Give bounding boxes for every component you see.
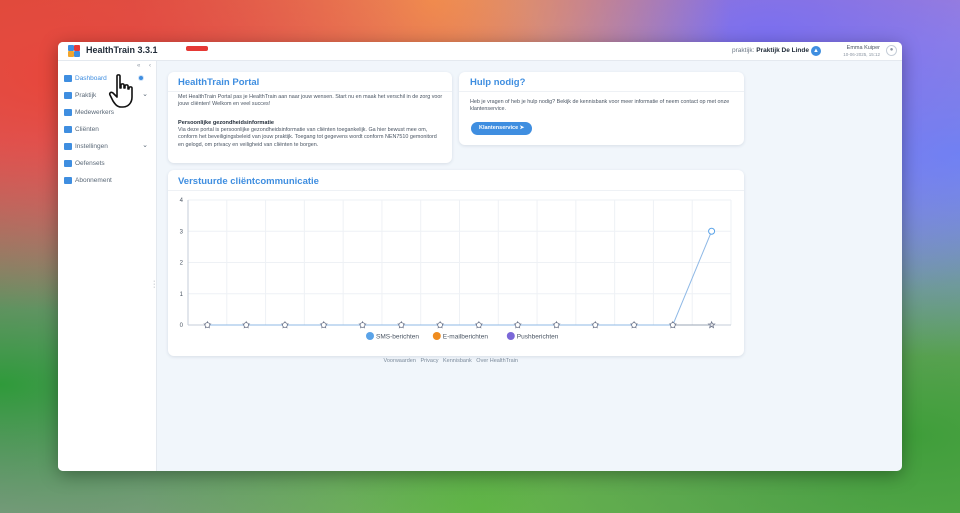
communication-line-chart: 0 1 2 3 4 SMS-berichten E-mailberichten Pushber…: [180, 198, 732, 341]
portal-body-text: Via deze portal is persoonlijke gezondhe…: [178, 127, 437, 148]
legend-label-1: SMS-berichten: [376, 334, 419, 341]
y-tick-label: 3: [180, 229, 184, 235]
series-point-1: [359, 322, 366, 328]
staff-icon: [64, 109, 72, 116]
dashboard-icon: [64, 75, 72, 82]
help-body-text: Heb je vragen of heb je hulp nodig? Beki…: [470, 99, 730, 113]
y-tick-label: 4: [180, 198, 184, 204]
sidebar-item-instellingen[interactable]: Instellingen ⌄: [64, 140, 152, 153]
legend-marker-2: [432, 332, 441, 340]
footer-link-voorwaarden[interactable]: Voorwaarden: [384, 358, 416, 364]
portal-card: HealthTrain Portal Met HealthTrain Porta…: [168, 72, 452, 163]
divider: [168, 91, 452, 92]
healthtrain-logo-icon[interactable]: [68, 45, 80, 57]
user-name: Emma Kuiper: [846, 45, 880, 51]
series-point-1: [708, 227, 716, 235]
series-point-1: [670, 322, 676, 328]
series-point-1: [437, 322, 443, 328]
resize-handle-icon[interactable]: · · ·: [153, 278, 155, 291]
help-card: Hulp nodig? Heb je vragen of heb je hulp…: [459, 72, 744, 145]
sidebar-item-label: Instellingen: [75, 143, 108, 150]
portal-card-title: HealthTrain Portal: [178, 77, 260, 88]
help-card-title: Hulp nodig?: [470, 77, 526, 88]
hand-pointer-cursor-icon: [108, 74, 133, 108]
arrow-right-icon: ➤: [519, 125, 525, 131]
app-title: HealthTrain 3.3.1: [86, 45, 158, 55]
sidebar-item-label: Abonnement: [75, 177, 112, 184]
practice-selector[interactable]: praktijk: Praktijk De Linde: [732, 47, 809, 54]
sidebar-item-label: Cliënten: [75, 126, 99, 133]
chevron-down-icon: ⌄: [142, 91, 148, 98]
chevron-down-icon: ⌄: [142, 142, 148, 149]
collapse-right-icon[interactable]: ‹: [149, 63, 151, 69]
series-point-1: [320, 322, 327, 328]
footer-link-privacy[interactable]: Privacy: [420, 358, 438, 364]
customer-service-label: Klantenservice: [479, 125, 519, 131]
sidebar-item-label: Oefensets: [75, 160, 105, 167]
y-tick-label: 0: [180, 323, 184, 329]
environment-badge: [186, 46, 208, 51]
settings-icon: [64, 143, 72, 150]
legend-label-3: Pushberichten: [517, 334, 559, 341]
practice-prefix: praktijk:: [732, 47, 755, 54]
footer-link-over[interactable]: Over HealthTrain: [476, 358, 518, 364]
folder-icon: [64, 160, 72, 167]
series-point-1: [514, 322, 521, 328]
y-tick-label: 2: [180, 261, 184, 267]
collapse-left-icon[interactable]: «: [137, 63, 140, 69]
legend-marker-3: [506, 332, 515, 340]
chart-card: Verstuurde cliëntcommunicatie 0 1 2 3 4 SMS-b…: [168, 170, 744, 356]
series-point-1: [204, 322, 211, 328]
active-dot-icon: [138, 75, 144, 81]
practice-icon: [64, 92, 72, 99]
series-point-1: [243, 322, 249, 328]
user-icon[interactable]: ●: [886, 45, 897, 56]
y-tick-label: 1: [180, 292, 184, 298]
user-date: 10-06-2025, 15:12: [843, 52, 880, 57]
sidebar-item-label: Praktijk: [75, 92, 97, 99]
app-window: HealthTrain 3.3.1 praktijk: Praktijk De …: [58, 42, 902, 471]
practice-name: Praktijk De Linde: [756, 47, 809, 54]
subscription-icon: [64, 177, 72, 184]
sidebar-item-oefensets[interactable]: Oefensets: [64, 157, 152, 170]
sidebar-item-clienten[interactable]: Cliënten: [64, 123, 152, 136]
series-point-1: [592, 322, 599, 328]
series-point-1: [282, 322, 288, 328]
footer-link-kennisbank[interactable]: Kennisbank: [443, 358, 472, 364]
top-bar: HealthTrain 3.3.1 praktijk: Praktijk De …: [58, 42, 902, 61]
series-point-1: [476, 322, 482, 328]
series-point-1: [631, 322, 637, 328]
sidebar-item-label: Medewerkers: [75, 109, 115, 116]
legend-marker-1: [366, 332, 374, 340]
sidebar-item-label: Dashboard: [75, 75, 107, 82]
series-point-1: [398, 322, 405, 328]
practice-icon[interactable]: ▲: [811, 46, 821, 56]
customer-service-button[interactable]: Klantenservice ➤: [471, 122, 533, 135]
legend-label-2: E-mailberichten: [443, 334, 489, 341]
series-point-1: [553, 322, 560, 328]
clients-icon: [64, 126, 72, 133]
portal-subheading: Persoonlijke gezondheidsinformatie: [178, 120, 275, 126]
footer-links: Voorwaarden Privacy Kennisbank Over Heal…: [382, 358, 519, 364]
divider: [459, 91, 744, 92]
sidebar-item-abonnement[interactable]: Abonnement: [64, 174, 152, 187]
portal-intro-text: Met HealthTrain Portal pas je HealthTrai…: [178, 94, 443, 108]
sidebar: « ‹ Dashboard Praktijk ⌄ Medewerkers Cli…: [58, 61, 157, 471]
